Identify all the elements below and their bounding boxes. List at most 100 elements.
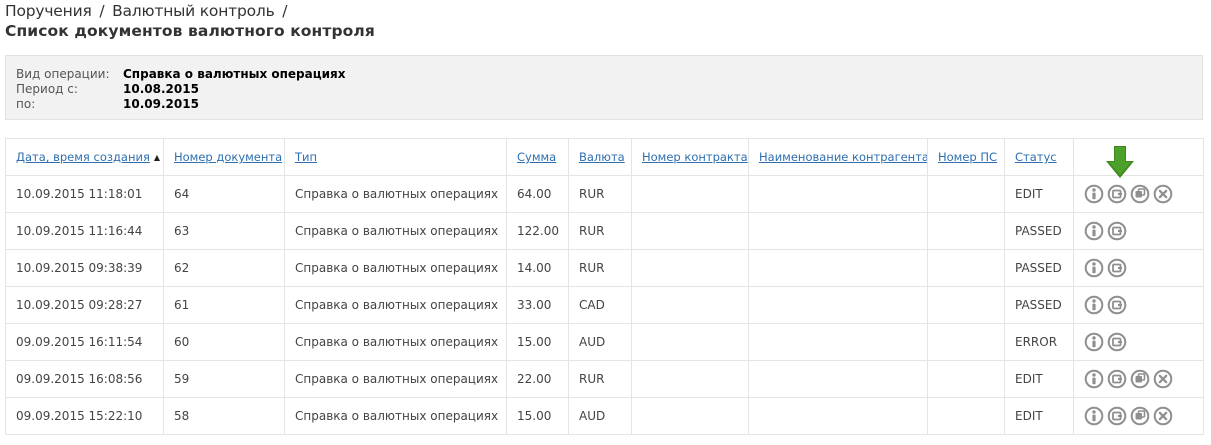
table-row[interactable]: 10.09.2015 11:16:44 63 Справка о валютных … xyxy=(5,212,1204,250)
sort-by-contract-number-link[interactable]: Номер контракта xyxy=(642,150,748,164)
delete-icon[interactable] xyxy=(1153,369,1173,389)
info-icon[interactable] xyxy=(1084,184,1104,204)
info-icon[interactable] xyxy=(1084,295,1104,315)
sort-by-status-link[interactable]: Статус xyxy=(1015,150,1057,164)
delete-icon[interactable] xyxy=(1153,184,1173,204)
table-row[interactable]: 10.09.2015 11:18:01 64 Справка о валютных … xyxy=(5,175,1204,213)
cell-counterparty xyxy=(748,212,928,250)
sort-by-type-link[interactable]: Тип xyxy=(295,150,317,164)
cell-status: EDIT xyxy=(1004,397,1074,435)
table-row[interactable]: 10.09.2015 09:38:39 62 Справка о валютных … xyxy=(5,249,1204,287)
column-header-status: Статус xyxy=(1004,138,1074,176)
view-icon[interactable] xyxy=(1107,369,1127,389)
cell-created: 10.09.2015 11:18:01 xyxy=(5,175,164,213)
column-header-ps-number: Номер ПС xyxy=(927,138,1005,176)
cell-doc-number: 61 xyxy=(163,286,285,324)
cell-contract-number xyxy=(631,323,749,361)
column-header-amount: Сумма xyxy=(506,138,569,176)
row-actions xyxy=(1073,175,1204,213)
view-icon[interactable] xyxy=(1107,184,1127,204)
cell-currency: RUR xyxy=(568,360,632,398)
copy-icon[interactable] xyxy=(1130,406,1150,426)
cell-doc-number: 64 xyxy=(163,175,285,213)
sort-by-doc-number-link[interactable]: Номер документа xyxy=(174,150,282,164)
cell-amount: 15.00 xyxy=(506,397,569,435)
view-icon[interactable] xyxy=(1107,406,1127,426)
sort-by-counterparty-link[interactable]: Наименование контрагента xyxy=(759,150,927,164)
cell-status: PASSED xyxy=(1004,249,1074,287)
view-icon[interactable] xyxy=(1107,295,1127,315)
breadcrumb-separator: / xyxy=(282,2,288,20)
cell-contract-number xyxy=(631,212,749,250)
cell-doc-number: 63 xyxy=(163,212,285,250)
cell-amount: 14.00 xyxy=(506,249,569,287)
column-header-currency: Валюта xyxy=(568,138,632,176)
cell-status: EDIT xyxy=(1004,360,1074,398)
filter-operation-label: Вид операции: xyxy=(16,67,110,81)
table-row[interactable]: 09.09.2015 16:11:54 60 Справка о валютных … xyxy=(5,323,1204,361)
filter-operation-value: Справка о валютных операциях xyxy=(123,67,346,81)
cell-amount: 15.00 xyxy=(506,323,569,361)
column-header-doc-number: Номер документа xyxy=(163,138,285,176)
info-icon[interactable] xyxy=(1084,369,1104,389)
column-header-counterparty: Наименование контрагента xyxy=(748,138,928,176)
column-header-actions xyxy=(1073,138,1204,176)
cell-contract-number xyxy=(631,360,749,398)
cell-currency: AUD xyxy=(568,397,632,435)
cell-created: 10.09.2015 09:28:27 xyxy=(5,286,164,324)
cell-amount: 64.00 xyxy=(506,175,569,213)
filter-period-to-value: 10.09.2015 xyxy=(123,97,199,111)
sort-by-created-link[interactable]: Дата, время создания xyxy=(16,150,150,164)
delete-icon[interactable] xyxy=(1153,406,1173,426)
row-actions xyxy=(1073,249,1204,287)
copy-icon[interactable] xyxy=(1130,184,1150,204)
column-header-type: Тип xyxy=(284,138,507,176)
cell-ps-number xyxy=(927,175,1005,213)
breadcrumb-item-currency-control[interactable]: Валютный контроль xyxy=(112,2,275,20)
info-icon[interactable] xyxy=(1084,332,1104,352)
cell-type: Справка о валютных операциях xyxy=(284,360,507,398)
filter-period-from-value: 10.08.2015 xyxy=(123,82,199,96)
cell-contract-number xyxy=(631,286,749,324)
cell-type: Справка о валютных операциях xyxy=(284,249,507,287)
down-arrow-icon xyxy=(1106,146,1134,178)
cell-contract-number xyxy=(631,175,749,213)
documents-table: Дата, время создания ▲ Номер документа Ти… xyxy=(5,138,1204,435)
table-row[interactable]: 09.09.2015 15:22:10 58 Справка о валютных … xyxy=(5,397,1204,435)
breadcrumb: Поручения / Валютный контроль / xyxy=(5,2,290,20)
sort-by-amount-link[interactable]: Сумма xyxy=(517,150,556,164)
cell-amount: 22.00 xyxy=(506,360,569,398)
cell-type: Справка о валютных операциях xyxy=(284,212,507,250)
table-row[interactable]: 10.09.2015 09:28:27 61 Справка о валютных … xyxy=(5,286,1204,324)
copy-icon[interactable] xyxy=(1130,369,1150,389)
cell-counterparty xyxy=(748,360,928,398)
row-actions xyxy=(1073,286,1204,324)
sort-by-ps-number-link[interactable]: Номер ПС xyxy=(938,150,997,164)
breadcrumb-item-orders[interactable]: Поручения xyxy=(5,2,92,20)
sort-by-currency-link[interactable]: Валюта xyxy=(579,150,625,164)
cell-counterparty xyxy=(748,175,928,213)
view-icon[interactable] xyxy=(1107,332,1127,352)
cell-status: ERROR xyxy=(1004,323,1074,361)
cell-amount: 122.00 xyxy=(506,212,569,250)
cell-type: Справка о валютных операциях xyxy=(284,323,507,361)
table-row[interactable]: 09.09.2015 16:08:56 59 Справка о валютных … xyxy=(5,360,1204,398)
cell-ps-number xyxy=(927,212,1005,250)
view-icon[interactable] xyxy=(1107,258,1127,278)
cell-created: 10.09.2015 11:16:44 xyxy=(5,212,164,250)
sort-ascending-icon[interactable]: ▲ xyxy=(154,153,160,162)
cell-doc-number: 58 xyxy=(163,397,285,435)
table-header-row: Дата, время создания ▲ Номер документа Ти… xyxy=(5,138,1204,176)
cell-doc-number: 59 xyxy=(163,360,285,398)
cell-type: Справка о валютных операциях xyxy=(284,175,507,213)
filter-summary-panel: Вид операции: Справка о валютных операци… xyxy=(5,55,1203,120)
cell-counterparty xyxy=(748,249,928,287)
cell-type: Справка о валютных операциях xyxy=(284,397,507,435)
cell-created: 10.09.2015 09:38:39 xyxy=(5,249,164,287)
info-icon[interactable] xyxy=(1084,406,1104,426)
view-icon[interactable] xyxy=(1107,221,1127,241)
info-icon[interactable] xyxy=(1084,221,1104,241)
info-icon[interactable] xyxy=(1084,258,1104,278)
cell-type: Справка о валютных операциях xyxy=(284,286,507,324)
cell-contract-number xyxy=(631,249,749,287)
